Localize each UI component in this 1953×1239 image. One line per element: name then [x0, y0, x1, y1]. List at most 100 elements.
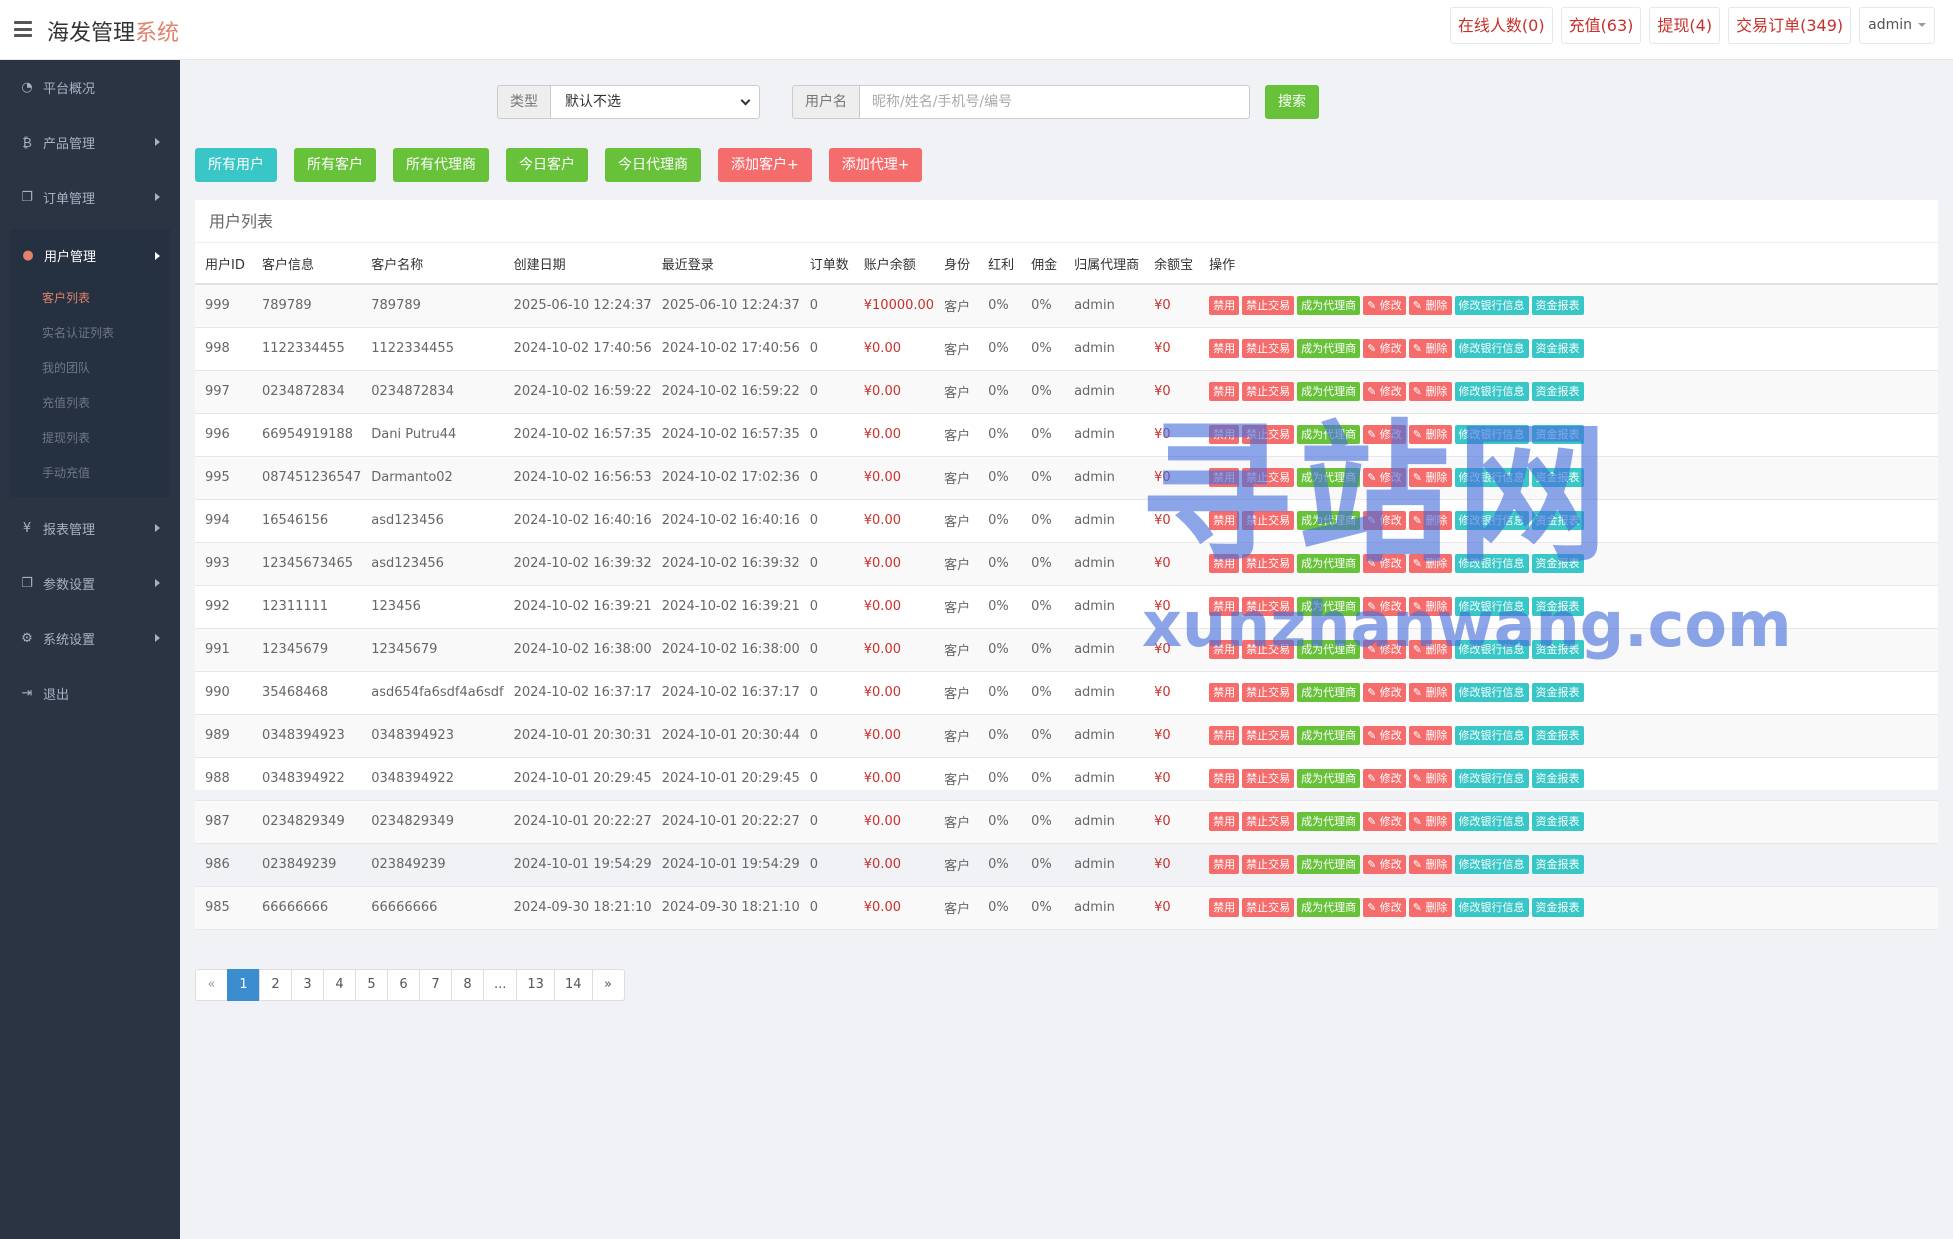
action-button[interactable]: ✎ 删除: [1408, 597, 1452, 616]
page-link[interactable]: 2: [259, 969, 292, 1001]
page-link[interactable]: 7: [419, 969, 452, 1001]
subnav-item[interactable]: 实名认证列表: [10, 316, 170, 351]
action-button[interactable]: ✎ 删除: [1408, 683, 1452, 702]
action-button[interactable]: 禁用: [1209, 769, 1240, 788]
action-button[interactable]: 禁用: [1209, 511, 1240, 530]
page-link[interactable]: 4: [323, 969, 356, 1001]
action-button[interactable]: ✎ 删除: [1408, 468, 1452, 487]
action-button[interactable]: 修改银行信息: [1454, 769, 1529, 788]
action-button[interactable]: 资金报表: [1531, 597, 1584, 616]
action-button[interactable]: 成为代理商: [1297, 425, 1361, 444]
search-button[interactable]: 搜索: [1265, 85, 1319, 119]
action-button[interactable]: 禁止交易: [1242, 468, 1295, 487]
action-button[interactable]: 禁止交易: [1242, 812, 1295, 831]
action-button[interactable]: 修改银行信息: [1454, 898, 1529, 917]
action-button[interactable]: 禁止交易: [1242, 855, 1295, 874]
admin-menu[interactable]: admin: [1859, 7, 1935, 44]
action-button[interactable]: ✎ 修改: [1363, 554, 1406, 573]
sidebar-item-2[interactable]: ❐ 订单管理: [0, 170, 180, 225]
subnav-item[interactable]: 我的团队: [10, 351, 170, 386]
action-button[interactable]: 禁用: [1209, 640, 1240, 659]
action-button[interactable]: 资金报表: [1531, 468, 1584, 487]
action-button[interactable]: ✎ 修改: [1363, 726, 1406, 745]
action-button[interactable]: 禁用: [1209, 382, 1240, 401]
action-button[interactable]: 禁止交易: [1242, 726, 1295, 745]
page-link[interactable]: «: [195, 969, 228, 1001]
action-button[interactable]: 禁用: [1209, 597, 1240, 616]
sidebar-item-user-management[interactable]: ● 用户管理: [10, 229, 170, 281]
action-button[interactable]: 禁用: [1209, 855, 1240, 874]
action-button[interactable]: ✎ 修改: [1363, 468, 1406, 487]
action-button[interactable]: 修改银行信息: [1454, 339, 1529, 358]
action-button[interactable]: ✎ 删除: [1408, 339, 1452, 358]
action-button[interactable]: 禁止交易: [1242, 898, 1295, 917]
subnav-item[interactable]: 充值列表: [10, 386, 170, 421]
action-button[interactable]: ✎ 修改: [1363, 425, 1406, 444]
action-button[interactable]: 成为代理商: [1297, 640, 1361, 659]
action-button[interactable]: 成为代理商: [1297, 769, 1361, 788]
sidebar-item-1[interactable]: ₿ 产品管理: [0, 115, 180, 170]
action-button[interactable]: 资金报表: [1531, 554, 1584, 573]
action-button[interactable]: ✎ 修改: [1363, 855, 1406, 874]
subnav-item[interactable]: 客户列表: [10, 281, 170, 316]
action-button[interactable]: ✎ 删除: [1408, 726, 1452, 745]
online-users-pill[interactable]: 在线人数(0): [1449, 7, 1553, 44]
action-button[interactable]: 资金报表: [1531, 382, 1584, 401]
filter-button[interactable]: 所有客户: [294, 148, 376, 182]
action-button[interactable]: 成为代理商: [1297, 898, 1361, 917]
action-button[interactable]: 资金报表: [1531, 898, 1584, 917]
action-button[interactable]: ✎ 删除: [1408, 855, 1452, 874]
trade-orders-pill[interactable]: 交易订单(349): [1728, 7, 1852, 44]
action-button[interactable]: ✎ 修改: [1363, 812, 1406, 831]
action-button[interactable]: ✎ 修改: [1363, 597, 1406, 616]
subnav-item[interactable]: 提现列表: [10, 421, 170, 456]
action-button[interactable]: 禁止交易: [1242, 683, 1295, 702]
action-button[interactable]: 修改银行信息: [1454, 468, 1529, 487]
action-button[interactable]: 成为代理商: [1297, 683, 1361, 702]
action-button[interactable]: 修改银行信息: [1454, 554, 1529, 573]
action-button[interactable]: ✎ 修改: [1363, 339, 1406, 358]
action-button[interactable]: ✎ 修改: [1363, 769, 1406, 788]
sidebar-item-0[interactable]: ◔ 平台概况: [0, 60, 180, 115]
action-button[interactable]: 资金报表: [1531, 812, 1584, 831]
action-button[interactable]: 修改银行信息: [1454, 296, 1529, 316]
action-button[interactable]: 成为代理商: [1297, 296, 1361, 316]
action-button[interactable]: 禁用: [1209, 468, 1240, 487]
action-button[interactable]: 禁用: [1209, 683, 1240, 702]
recharge-pill[interactable]: 充值(63): [1560, 7, 1642, 44]
action-button[interactable]: 修改银行信息: [1454, 597, 1529, 616]
action-button[interactable]: 修改银行信息: [1454, 425, 1529, 444]
action-button[interactable]: ✎ 删除: [1408, 812, 1452, 831]
page-link[interactable]: »: [591, 969, 625, 1001]
action-button[interactable]: 禁用: [1209, 339, 1240, 358]
action-button[interactable]: 禁用: [1209, 726, 1240, 745]
action-button[interactable]: 禁用: [1209, 812, 1240, 831]
filter-button[interactable]: 添加代理+: [828, 148, 923, 182]
action-button[interactable]: 禁止交易: [1242, 339, 1295, 358]
action-button[interactable]: 资金报表: [1531, 425, 1584, 444]
action-button[interactable]: ✎ 修改: [1363, 296, 1406, 316]
page-link[interactable]: 14: [553, 969, 593, 1001]
action-button[interactable]: 修改银行信息: [1454, 511, 1529, 530]
action-button[interactable]: ✎ 修改: [1363, 511, 1406, 530]
filter-button[interactable]: 所有代理商: [393, 148, 489, 182]
action-button[interactable]: 资金报表: [1531, 640, 1584, 659]
action-button[interactable]: ✎ 删除: [1408, 382, 1452, 401]
action-button[interactable]: 禁止交易: [1242, 296, 1295, 316]
subnav-item[interactable]: 手动充值: [10, 456, 170, 491]
action-button[interactable]: ✎ 删除: [1408, 640, 1452, 659]
action-button[interactable]: ✎ 修改: [1363, 683, 1406, 702]
page-link[interactable]: 13: [516, 969, 555, 1001]
action-button[interactable]: 禁用: [1209, 898, 1240, 917]
action-button[interactable]: 修改银行信息: [1454, 812, 1529, 831]
action-button[interactable]: ✎ 修改: [1363, 640, 1406, 659]
page-link[interactable]: 6: [387, 969, 420, 1001]
filter-button[interactable]: 所有用户: [195, 148, 277, 182]
action-button[interactable]: 资金报表: [1531, 726, 1584, 745]
action-button[interactable]: 禁止交易: [1242, 425, 1295, 444]
action-button[interactable]: ✎ 修改: [1363, 898, 1406, 917]
sidebar-item-after-3[interactable]: ⇥ 退出: [0, 666, 180, 721]
action-button[interactable]: ✎ 删除: [1408, 425, 1452, 444]
action-button[interactable]: 禁止交易: [1242, 511, 1295, 530]
action-button[interactable]: 资金报表: [1531, 769, 1584, 788]
